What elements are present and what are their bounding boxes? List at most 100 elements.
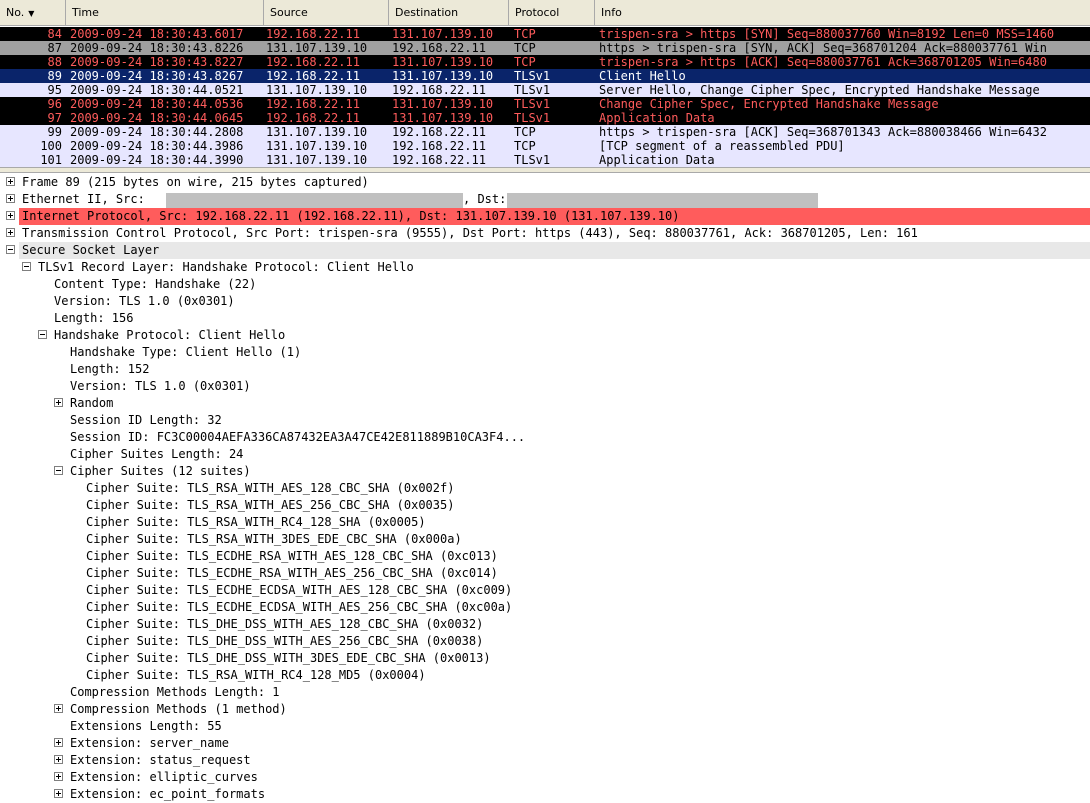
packet-row[interactable]: 100 2009-09-24 18:30:44.3986 131.107.139.1…	[0, 139, 1090, 153]
tree-node[interactable]: Handshake Protocol: Client Hello	[0, 327, 1090, 344]
tree-node[interactable]: Cipher Suite: TLS_RSA_WITH_RC4_128_SHA (…	[0, 514, 1090, 531]
tree-node[interactable]: Cipher Suite: TLS_RSA_WITH_3DES_EDE_CBC_…	[0, 531, 1090, 548]
packet-info: Server Hello, Change Cipher Spec, Encryp…	[599, 83, 1040, 97]
column-header-label: Source	[270, 6, 308, 19]
tree-node[interactable]: Cipher Suite: TLS_RSA_WITH_RC4_128_MD5 (…	[0, 667, 1090, 684]
tree-node[interactable]: Random	[0, 395, 1090, 412]
tree-node[interactable]: Content Type: Handshake (22)	[0, 276, 1090, 293]
sort-down-icon: ▼	[28, 9, 35, 18]
collapse-minus-icon[interactable]	[6, 245, 15, 254]
tree-node-label: Version: TLS 1.0 (0x0301)	[70, 379, 251, 393]
packet-destination: 192.168.22.11	[392, 139, 486, 153]
packet-info: Application Data	[599, 153, 715, 167]
collapse-minus-icon[interactable]	[22, 262, 31, 271]
expand-plus-icon[interactable]	[54, 755, 63, 764]
expand-plus-icon[interactable]	[6, 228, 15, 237]
packet-destination: 131.107.139.10	[392, 97, 494, 111]
collapse-minus-icon[interactable]	[38, 330, 47, 339]
tree-node-label: Extension: ec_point_formats	[70, 787, 266, 801]
packet-time: 2009-09-24 18:30:44.3990	[70, 153, 244, 167]
expand-plus-icon[interactable]	[54, 772, 63, 781]
tree-node[interactable]: Cipher Suites Length: 24	[0, 446, 1090, 463]
tree-node[interactable]: Internet Protocol, Src: 192.168.22.11 (1…	[0, 208, 1090, 225]
tree-node[interactable]: Version: TLS 1.0 (0x0301)	[0, 293, 1090, 310]
packet-number: 96	[47, 97, 62, 111]
packet-row[interactable]: 97 2009-09-24 18:30:44.0645 192.168.22.11 1…	[0, 111, 1090, 125]
tree-node[interactable]: Length: 156	[0, 310, 1090, 327]
tree-node[interactable]: Handshake Type: Client Hello (1)	[0, 344, 1090, 361]
packet-source: 131.107.139.10	[266, 41, 368, 55]
packet-list[interactable]: 84 2009-09-24 18:30:43.6017 192.168.22.11 1…	[0, 27, 1090, 167]
packet-destination: 192.168.22.11	[392, 153, 486, 167]
packet-row[interactable]: 84 2009-09-24 18:30:43.6017 192.168.22.11 1…	[0, 27, 1090, 41]
expand-plus-icon[interactable]	[54, 704, 63, 713]
tree-node[interactable]: Cipher Suite: TLS_RSA_WITH_AES_256_CBC_S…	[0, 497, 1090, 514]
packet-row[interactable]: 87 2009-09-24 18:30:43.8226 131.107.139.10…	[0, 41, 1090, 55]
tree-node[interactable]: Ethernet II, Src: , Dst:	[0, 191, 1090, 208]
tree-node[interactable]: Frame 89 (215 bytes on wire, 215 bytes c…	[0, 174, 1090, 191]
expand-plus-icon[interactable]	[54, 738, 63, 747]
tree-node[interactable]: Extension: ec_point_formats	[0, 786, 1090, 803]
tree-node[interactable]: Length: 152	[0, 361, 1090, 378]
tree-node[interactable]: Cipher Suite: TLS_DHE_DSS_WITH_AES_128_C…	[0, 616, 1090, 633]
tree-node[interactable]: Transmission Control Protocol, Src Port:…	[0, 225, 1090, 242]
tree-node[interactable]: Session ID Length: 32	[0, 412, 1090, 429]
tree-node-label: Frame 89 (215 bytes on wire, 215 bytes c…	[22, 175, 369, 189]
tree-node[interactable]: Session ID: FC3C00004AEFA336CA87432EA3A4…	[0, 429, 1090, 446]
expand-plus-icon[interactable]	[54, 398, 63, 407]
expand-plus-icon[interactable]	[6, 211, 15, 220]
column-header-no[interactable]: No. ▼	[0, 0, 66, 26]
collapse-minus-icon[interactable]	[54, 466, 63, 475]
expand-plus-icon[interactable]	[6, 194, 15, 203]
packet-info: Client Hello	[599, 69, 686, 83]
packet-row[interactable]: 95 2009-09-24 18:30:44.0521 131.107.139.10…	[0, 83, 1090, 97]
tree-node-label: Cipher Suite: TLS_ECDHE_RSA_WITH_AES_256…	[86, 566, 498, 580]
expand-plus-icon[interactable]	[6, 177, 15, 186]
packet-protocol: TLSv1	[514, 83, 551, 97]
tree-node[interactable]: Cipher Suite: TLS_DHE_DSS_WITH_3DES_EDE_…	[0, 650, 1090, 667]
tree-node[interactable]: Cipher Suites (12 suites)	[0, 463, 1090, 480]
packet-time: 2009-09-24 18:30:44.2808	[70, 125, 244, 139]
tree-node[interactable]: Cipher Suite: TLS_ECDHE_RSA_WITH_AES_128…	[0, 548, 1090, 565]
tree-node-label: Cipher Suite: TLS_ECDHE_RSA_WITH_AES_128…	[86, 549, 498, 563]
tree-node-label: Cipher Suite: TLS_RSA_WITH_3DES_EDE_CBC_…	[86, 532, 462, 546]
tree-node[interactable]: Cipher Suite: TLS_RSA_WITH_AES_128_CBC_S…	[0, 480, 1090, 497]
expand-plus-icon[interactable]	[54, 789, 63, 798]
tree-node[interactable]: Extension: elliptic_curves	[0, 769, 1090, 786]
tree-node[interactable]: Cipher Suite: TLS_DHE_DSS_WITH_AES_256_C…	[0, 633, 1090, 650]
tree-node[interactable]: Compression Methods (1 method)	[0, 701, 1090, 718]
tree-node[interactable]: Extension: status_request	[0, 752, 1090, 769]
tree-node[interactable]: Cipher Suite: TLS_ECDHE_ECDSA_WITH_AES_2…	[0, 599, 1090, 616]
pane-splitter[interactable]	[0, 167, 1090, 173]
packet-source: 131.107.139.10	[266, 153, 368, 167]
packet-info: trispen-sra > https [SYN] Seq=880037760 …	[599, 27, 1055, 41]
tree-node[interactable]: Cipher Suite: TLS_ECDHE_RSA_WITH_AES_256…	[0, 565, 1090, 582]
packet-row[interactable]: 96 2009-09-24 18:30:44.0536 192.168.22.11 1…	[0, 97, 1090, 111]
column-header-label: Info	[601, 6, 622, 19]
packet-row[interactable]: 99 2009-09-24 18:30:44.2808 131.107.139.10…	[0, 125, 1090, 139]
column-header-destination[interactable]: Destination	[389, 0, 509, 26]
column-header-label: Time	[72, 6, 99, 19]
column-header-info[interactable]: Info	[595, 0, 1090, 26]
tree-node-label: Handshake Type: Client Hello (1)	[70, 345, 302, 359]
packet-protocol: TCP	[514, 139, 536, 153]
tree-node[interactable]: Extension: server_name	[0, 735, 1090, 752]
tree-node-label: Session ID Length: 32	[70, 413, 222, 427]
tree-node[interactable]: Cipher Suite: TLS_ECDHE_ECDSA_WITH_AES_1…	[0, 582, 1090, 599]
packet-row[interactable]: 89 2009-09-24 18:30:43.8267 192.168.22.11 1…	[0, 69, 1090, 83]
column-header-time[interactable]: Time	[66, 0, 264, 26]
packet-protocol: TLSv1	[514, 111, 551, 125]
column-header-source[interactable]: Source	[264, 0, 389, 26]
packet-row[interactable]: 88 2009-09-24 18:30:43.8227 192.168.22.11 1…	[0, 55, 1090, 69]
tree-node[interactable]: Version: TLS 1.0 (0x0301)	[0, 378, 1090, 395]
tree-node[interactable]: Extensions Length: 55	[0, 718, 1090, 735]
packet-details-tree[interactable]: Frame 89 (215 bytes on wire, 215 bytes c…	[0, 174, 1090, 803]
tree-node[interactable]: Compression Methods Length: 1	[0, 684, 1090, 701]
tree-node-label: Transmission Control Protocol, Src Port:…	[22, 226, 918, 240]
packet-row[interactable]: 101 2009-09-24 18:30:44.3990 131.107.139.1…	[0, 153, 1090, 167]
tree-node-label: Cipher Suite: TLS_RSA_WITH_RC4_128_MD5 (…	[86, 668, 426, 682]
tree-node[interactable]: Secure Socket Layer	[0, 242, 1090, 259]
tree-node-label: Cipher Suite: TLS_ECDHE_ECDSA_WITH_AES_1…	[86, 583, 513, 597]
tree-node[interactable]: TLSv1 Record Layer: Handshake Protocol: …	[0, 259, 1090, 276]
column-header-protocol[interactable]: Protocol	[509, 0, 595, 26]
